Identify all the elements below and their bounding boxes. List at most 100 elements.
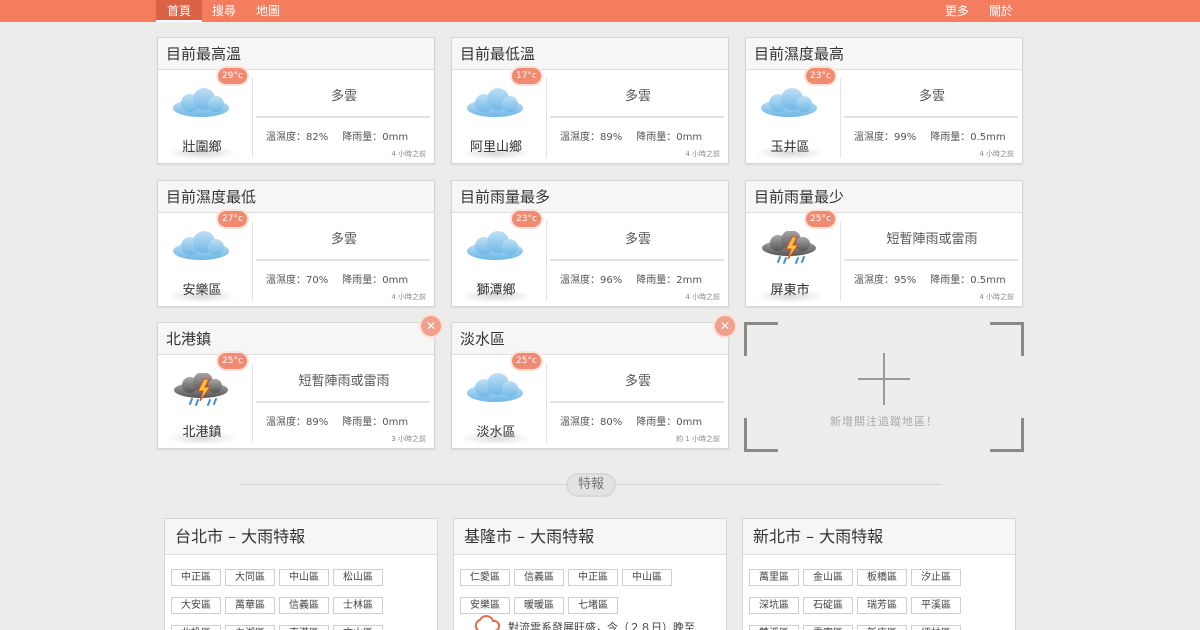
district-tag[interactable]: 坪林區 <box>911 625 961 630</box>
location-name: 安樂區 <box>182 283 222 298</box>
district-tag[interactable]: 仁愛區 <box>460 569 510 586</box>
nav-more[interactable]: 更多 <box>937 0 977 22</box>
card-title: 目前濕度最低 <box>158 181 434 213</box>
corner-top-left <box>744 322 778 356</box>
rainfall-value: 降雨量：0mm <box>636 132 703 143</box>
card-separator <box>844 116 1018 118</box>
nav-about[interactable]: 關於 <box>981 0 1021 22</box>
weather-card[interactable]: 目前雨量最多 23°c 獅潭鄉 多雲 溫濕度：96% 降雨量：2mm 4 小時之前 <box>451 180 729 307</box>
nav-search[interactable]: 搜尋 <box>204 0 244 22</box>
rainfall-value: 降雨量：2mm <box>636 275 703 286</box>
district-tag[interactable]: 內湖區 <box>225 625 275 630</box>
card-divider <box>546 221 547 301</box>
district-tag[interactable]: 新店區 <box>857 625 907 630</box>
alert-title: 新北市 – 大雨特報 <box>743 519 1015 555</box>
district-tag[interactable]: 暖暖區 <box>514 597 564 614</box>
district-tag[interactable]: 板橋區 <box>857 569 907 586</box>
card-divider <box>252 221 253 301</box>
rainfall-value: 降雨量：0mm <box>636 417 703 428</box>
cloud-icon <box>464 373 526 403</box>
district-tag[interactable]: 七堵區 <box>568 597 618 614</box>
district-tag[interactable]: 瑞芳區 <box>857 597 907 614</box>
weather-condition: 多雲 <box>624 89 651 104</box>
weather-condition: 多雲 <box>918 89 945 104</box>
district-tag[interactable]: 松山區 <box>333 569 383 586</box>
district-tag[interactable]: 文山區 <box>333 625 383 630</box>
weather-card[interactable]: 目前最高溫 29°c 壯圍鄉 多雲 溫濕度：82% 降雨量：0mm 4 小時之前 <box>157 37 435 164</box>
cloud-icon <box>170 231 232 261</box>
card-separator <box>844 259 1018 261</box>
district-tag[interactable]: 中山區 <box>622 569 672 586</box>
district-tag[interactable]: 士林區 <box>333 597 383 614</box>
weather-card[interactable]: 目前濕度最低 27°c 安樂區 多雲 溫濕度：70% 降雨量：0mm 4 小時之前 <box>157 180 435 307</box>
weather-card[interactable]: 目前雨量最少 25°c 屏東市 短暫陣雨或雷雨 溫濕度：95% 降雨量：0.5mm 4 小時… <box>745 180 1023 307</box>
district-tag[interactable]: 金山區 <box>803 569 853 586</box>
temperature-badge: 25°c <box>218 353 247 369</box>
district-tag[interactable]: 中正區 <box>171 569 221 586</box>
thunderstorm-icon <box>170 372 232 406</box>
updated-time: 4 小時之前 <box>979 150 1014 158</box>
district-tag[interactable]: 南港區 <box>279 625 329 630</box>
location-name: 北港鎮 <box>182 425 222 440</box>
district-tag[interactable]: 信義區 <box>514 569 564 586</box>
district-tag[interactable]: 北投區 <box>171 625 221 630</box>
district-tag[interactable]: 貢寮區 <box>803 625 853 630</box>
district-tag[interactable]: 中山區 <box>279 569 329 586</box>
district-tag[interactable]: 信義區 <box>279 597 329 614</box>
cloud-icon <box>170 88 232 118</box>
district-tag[interactable]: 萬里區 <box>749 569 799 586</box>
alert-card: 台北市 – 大雨特報中正區大同區中山區松山區大安區萬華區信義區士林區北投區內湖區… <box>164 518 438 630</box>
district-tag[interactable]: 石碇區 <box>803 597 853 614</box>
humidity-value: 溫濕度：89% <box>266 417 329 428</box>
humidity-value: 溫濕度：82% <box>266 132 329 143</box>
temperature-badge: 25°c <box>806 211 835 227</box>
district-tag[interactable]: 安樂區 <box>460 597 510 614</box>
card-separator <box>550 116 724 118</box>
remove-card-button[interactable]: ✕ <box>715 316 735 336</box>
location-name: 玉井區 <box>770 140 810 155</box>
district-tag[interactable]: 中正區 <box>568 569 618 586</box>
rainfall-value: 降雨量：0.5mm <box>930 275 1006 286</box>
temperature-badge: 29°c <box>218 68 247 84</box>
temperature-badge: 27°c <box>218 211 247 227</box>
card-divider <box>840 221 841 301</box>
weather-card[interactable]: 目前濕度最高 23°c 玉井區 多雲 溫濕度：99% 降雨量：0.5mm 4 小時之前 <box>745 37 1023 164</box>
temperature-badge: 17°c <box>512 68 541 84</box>
weather-card[interactable]: 淡水區 25°c 淡水區 多雲 溫濕度：80% 降雨量：0mm 約 1 小時之前 <box>451 322 729 449</box>
remove-card-button[interactable]: ✕ <box>421 316 441 336</box>
card-title: 目前雨量最多 <box>452 181 728 213</box>
district-tag[interactable]: 萬華區 <box>225 597 275 614</box>
location-name: 淡水區 <box>476 425 516 440</box>
add-location-label: 新增關注追蹤地區！ <box>830 415 938 428</box>
weather-card[interactable]: 目前最低溫 17°c 阿里山鄉 多雲 溫濕度：89% 降雨量：0mm 4 小時之前 <box>451 37 729 164</box>
district-tag[interactable]: 汐止區 <box>911 569 961 586</box>
card-title: 淡水區 <box>452 323 728 355</box>
updated-time: 4 小時之前 <box>391 150 426 158</box>
weather-stats: 溫濕度：82% 降雨量：0mm <box>266 128 408 143</box>
district-tag[interactable]: 大安區 <box>171 597 221 614</box>
add-location-card[interactable]: 新增關注追蹤地區！ <box>744 322 1024 452</box>
nav-home[interactable]: 首頁 <box>156 0 202 22</box>
updated-time: 4 小時之前 <box>685 293 720 301</box>
plus-icon <box>883 353 885 405</box>
district-tag[interactable]: 雙溪區 <box>749 625 799 630</box>
corner-top-right <box>990 322 1024 356</box>
weather-stats: 溫濕度：89% 降雨量：0mm <box>560 128 702 143</box>
district-tags: 仁愛區 信義區 中正區 中山區安樂區 暖暖區 七堵區 <box>460 565 724 621</box>
district-tag[interactable]: 平溪區 <box>911 597 961 614</box>
card-divider <box>546 363 547 443</box>
card-divider <box>546 78 547 158</box>
weather-condition: 多雲 <box>624 232 651 247</box>
card-title: 目前最高溫 <box>158 38 434 70</box>
district-tags: 萬里區金山區板橋區汐止區深坑區石碇區瑞芳區平溪區雙溪區貢寮區新店區坪林區 <box>749 565 1013 630</box>
weather-card[interactable]: 北港鎮 25°c 北港鎮 短暫陣雨或雷雨 溫濕度：89% 降雨量：0mm 3 小時之前 <box>157 322 435 449</box>
rainfall-value: 降雨量：0mm <box>342 417 409 428</box>
card-separator <box>256 259 430 261</box>
temperature-badge: 23°c <box>512 211 541 227</box>
alert-card: 基隆市 – 大雨特報 仁愛區 信義區 中正區 中山區安樂區 暖暖區 七堵區 對流雲系發展旺盛，… <box>453 518 727 630</box>
nav-map[interactable]: 地圖 <box>248 0 288 22</box>
weather-condition: 多雲 <box>330 232 357 247</box>
alert-title: 台北市 – 大雨特報 <box>165 519 437 555</box>
district-tag[interactable]: 深坑區 <box>749 597 799 614</box>
district-tag[interactable]: 大同區 <box>225 569 275 586</box>
